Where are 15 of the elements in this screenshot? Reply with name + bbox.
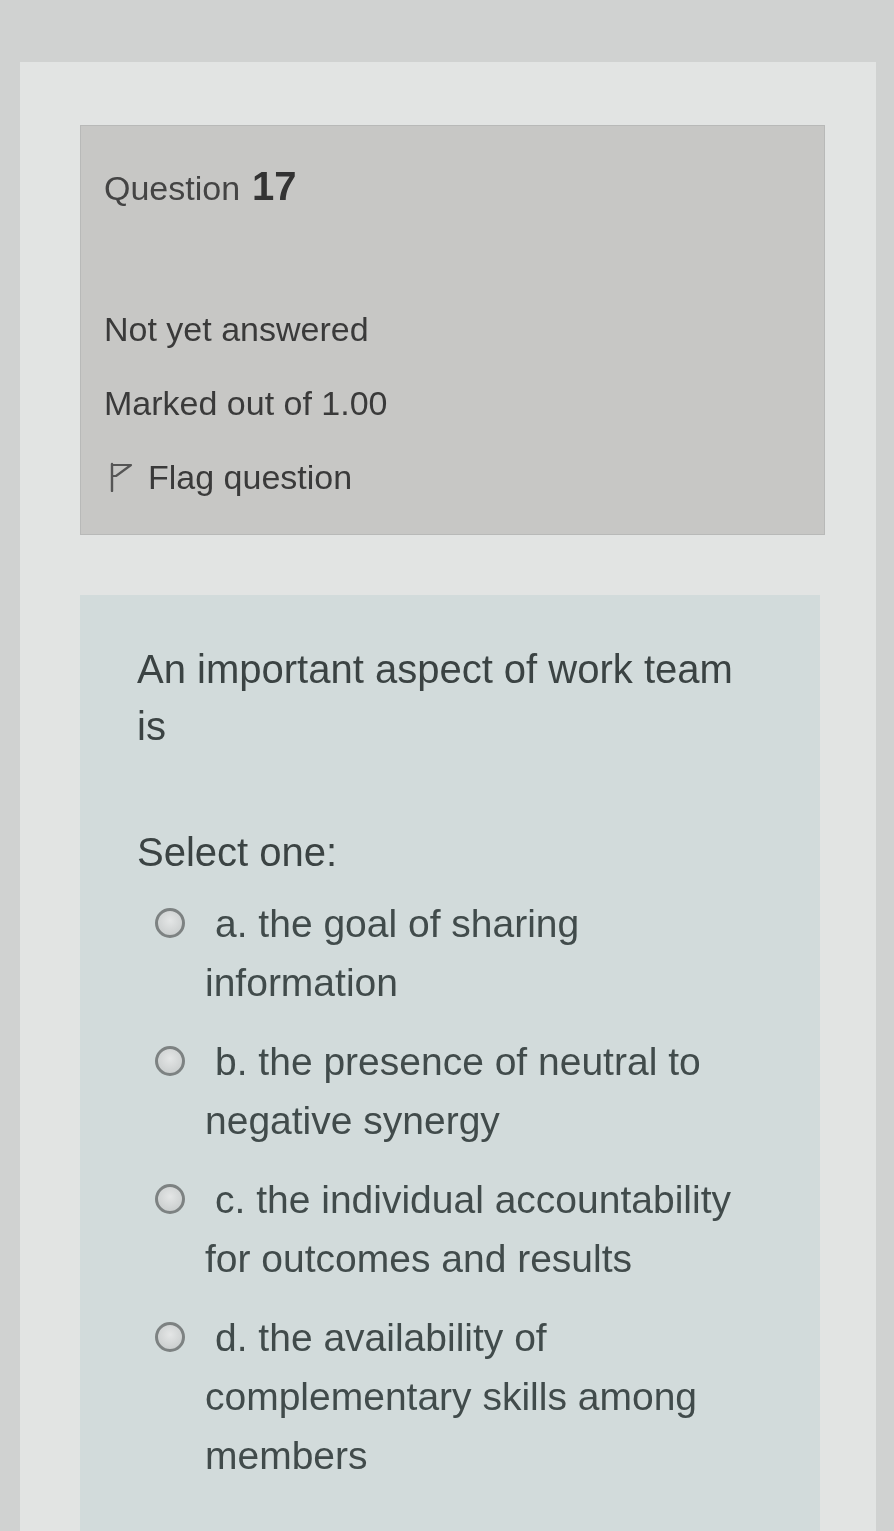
option-label[interactable]: a. the goal of sharing information [205,894,753,1012]
question-label: Question [104,168,241,209]
mark-text: Marked out of 1.00 [104,383,388,423]
option-label[interactable]: d. the availability of complementary skills among members [205,1308,753,1485]
question-text: An important aspect of work team is [137,646,734,750]
radio-button[interactable] [155,1046,185,1076]
question-number: 17 [252,163,297,210]
option-label[interactable]: c. the individual accountability for outcomes and results [205,1170,753,1288]
option-label[interactable]: b. the presence of neutral to negative synergy [205,1032,753,1150]
radio-button[interactable] [155,1322,185,1352]
radio-button[interactable] [155,908,185,938]
answer-state: Not yet answered [104,309,369,349]
flag-question-link[interactable]: Flag question [108,457,353,497]
select-prompt: Select one: [137,829,339,876]
radio-button[interactable] [155,1184,185,1214]
